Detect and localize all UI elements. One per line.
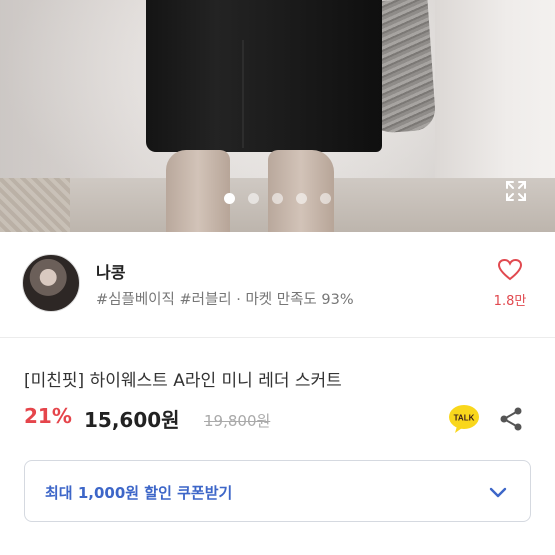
pagination-dot[interactable] xyxy=(224,193,235,204)
image-rug xyxy=(0,178,70,232)
gallery-pagination xyxy=(0,193,555,205)
talk-label: TALK xyxy=(454,414,475,423)
pagination-dot[interactable] xyxy=(296,193,307,204)
seller-info: 나콩 #심플베이직 #러블리 · 마켓 만족도 93% 1.8만 xyxy=(0,232,555,338)
kakao-talk-share-button[interactable]: TALK xyxy=(448,404,480,434)
kakao-talk-icon: TALK xyxy=(449,405,479,433)
seller-avatar[interactable] xyxy=(22,254,80,312)
pagination-dot[interactable] xyxy=(272,193,283,204)
pagination-dot[interactable] xyxy=(248,193,259,204)
image-leg-right xyxy=(268,150,334,232)
heart-icon xyxy=(497,258,523,281)
pagination-dot[interactable] xyxy=(320,193,331,204)
product-title: [미친핏] 하이웨스트 A라인 미니 레더 스커트 xyxy=(24,371,342,391)
seller-tags: #심플베이직 #러블리 · 마켓 만족도 93% xyxy=(96,292,354,308)
original-price: 19,800원 xyxy=(204,412,271,430)
image-leg-left xyxy=(166,150,230,232)
price-row: 21% 15,600원 19,800원 TALK xyxy=(24,404,534,436)
image-leather-skirt xyxy=(146,0,382,152)
sale-price: 15,600원 xyxy=(84,408,180,432)
page-bottom xyxy=(0,536,555,555)
product-image-gallery[interactable] xyxy=(0,0,555,232)
share-button[interactable] xyxy=(498,406,524,432)
coupon-label: 최대 1,000원 할인 쿠폰받기 xyxy=(45,484,233,502)
seller-name[interactable]: 나콩 xyxy=(96,259,125,283)
like-button[interactable]: 1.8만 xyxy=(487,258,533,309)
chevron-down-icon xyxy=(489,487,507,498)
like-count: 1.8만 xyxy=(493,294,527,309)
discount-rate: 21% xyxy=(24,404,72,428)
share-icon xyxy=(500,407,522,431)
coupon-download-button[interactable]: 최대 1,000원 할인 쿠폰받기 xyxy=(24,460,531,522)
fullscreen-expand-icon[interactable] xyxy=(504,179,528,203)
